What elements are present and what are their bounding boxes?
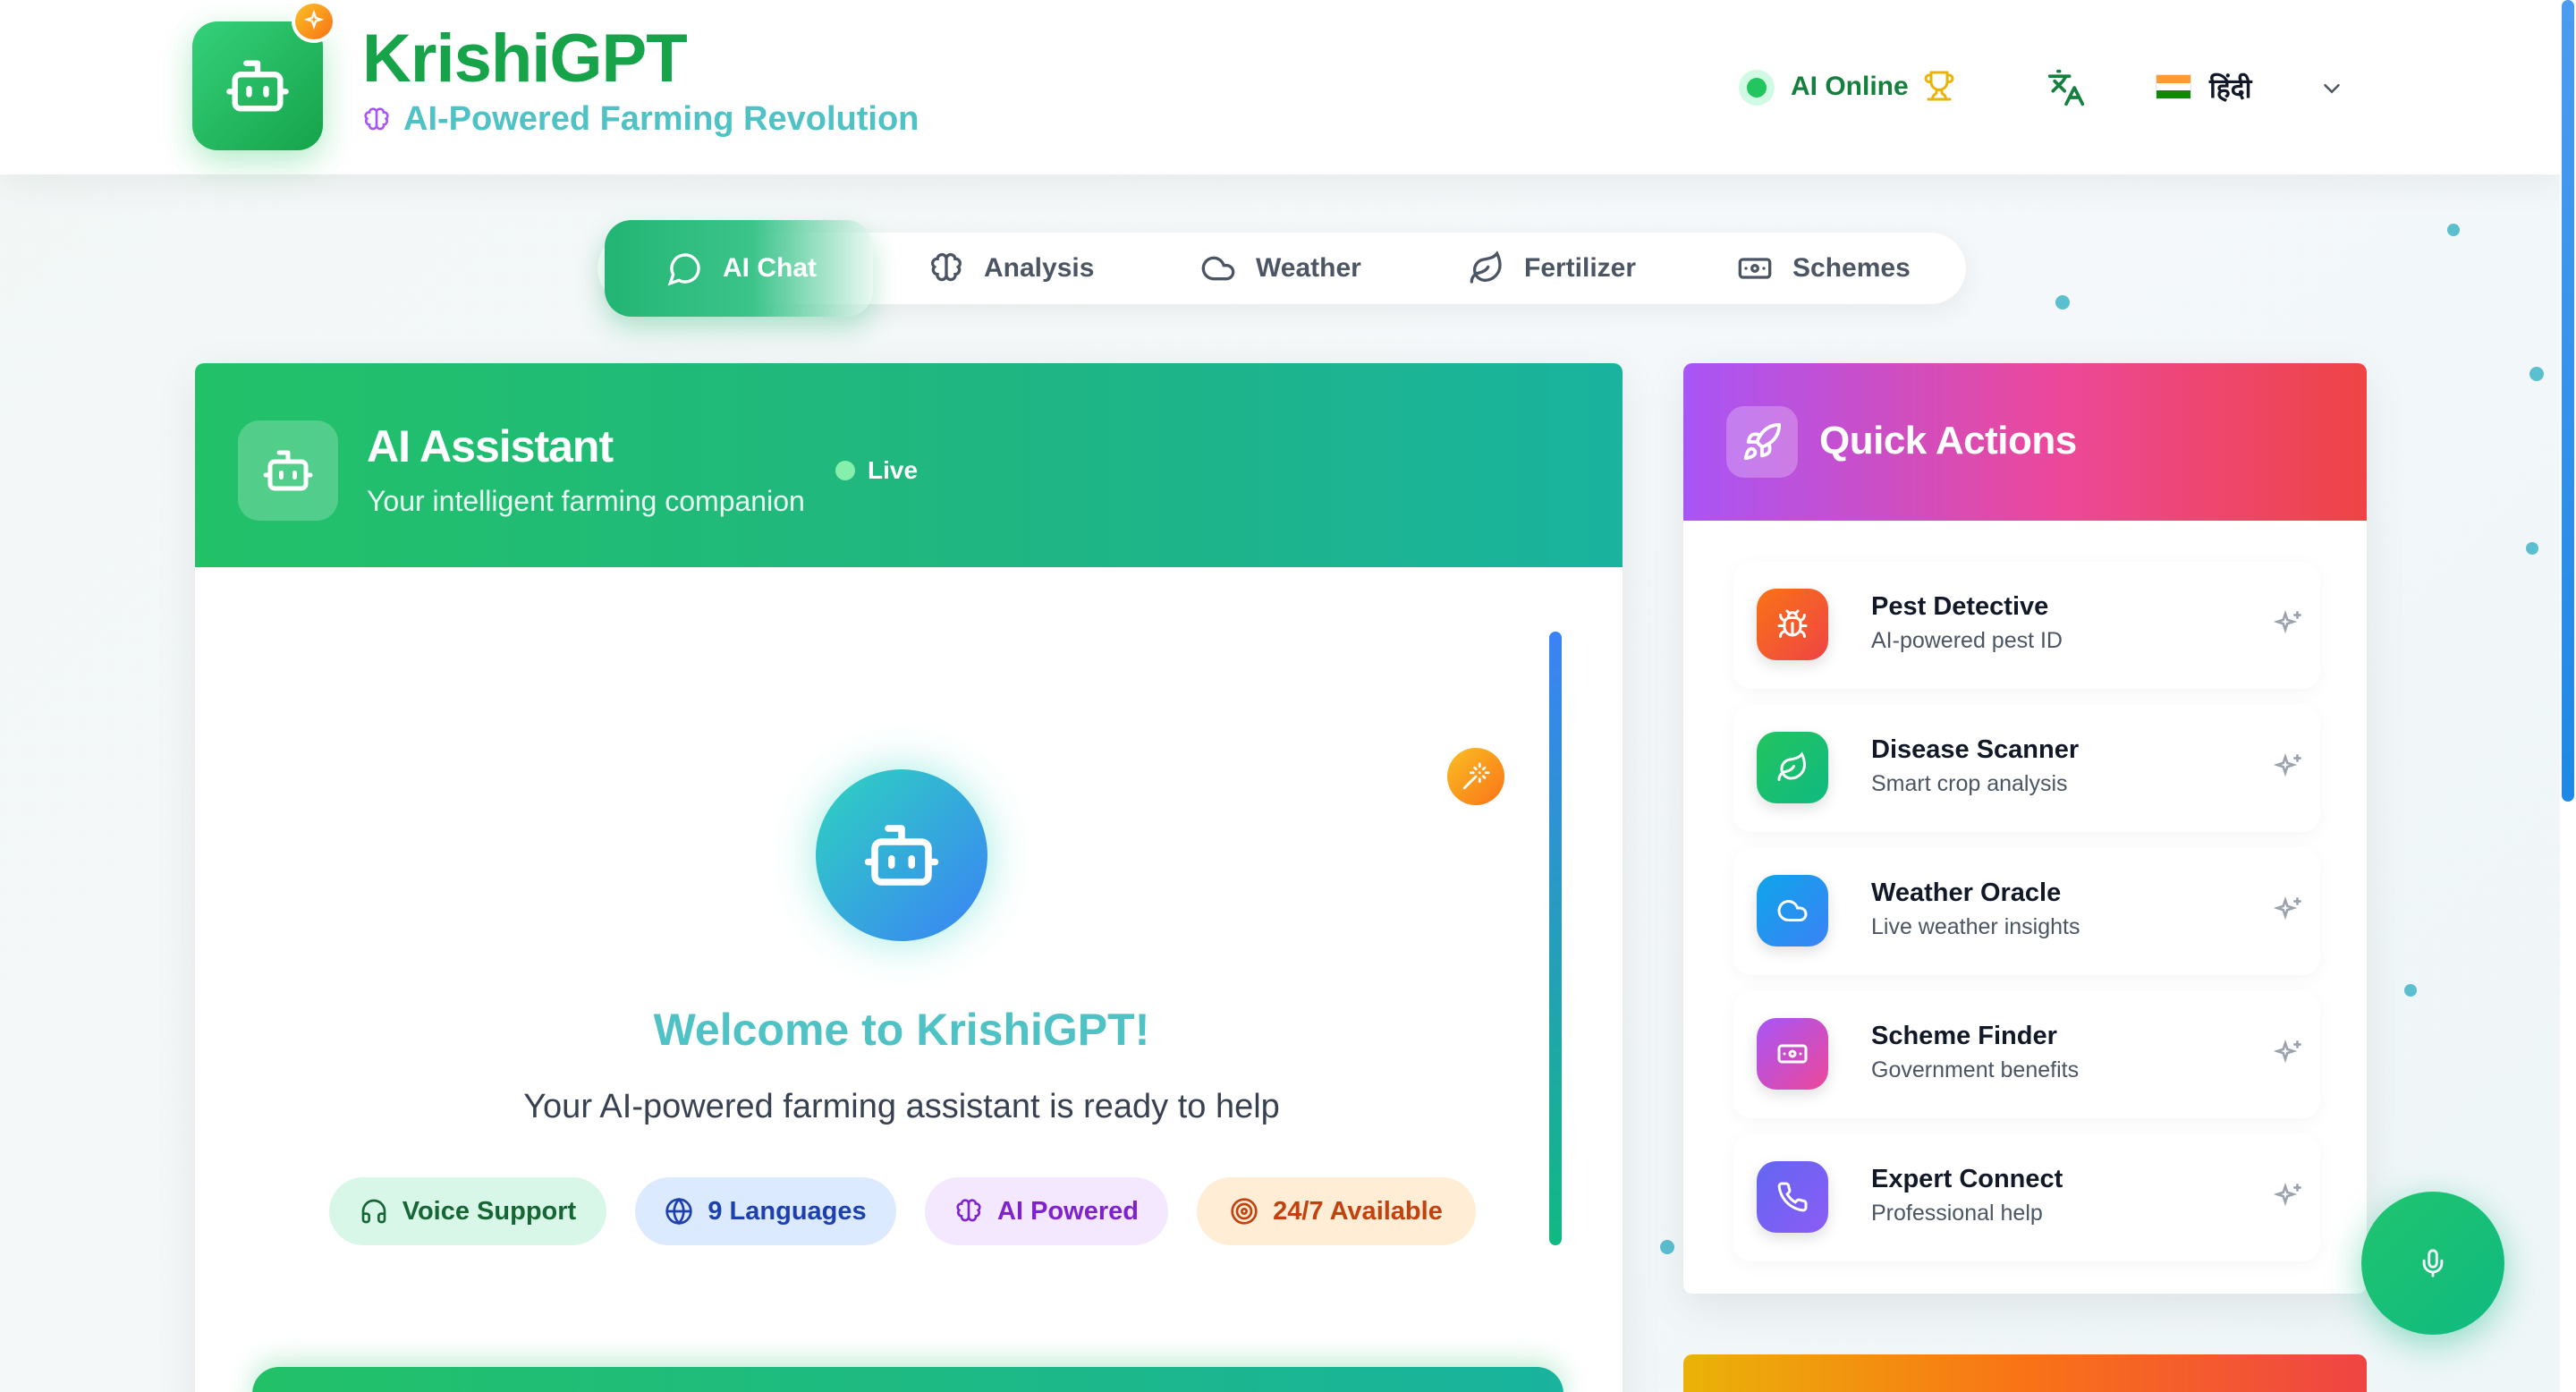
decorative-dot (2529, 367, 2544, 381)
feature-pill-ai: AI Powered (925, 1177, 1168, 1245)
chat-bubble-icon (667, 253, 700, 286)
page-scrollbar-thumb[interactable] (2562, 0, 2574, 802)
quick-action-subtitle: Smart crop analysis (1871, 771, 2068, 796)
tab-weather[interactable]: Weather (1200, 233, 1361, 304)
decorative-dot (2447, 224, 2460, 236)
phone-icon (1757, 1161, 1828, 1233)
sparkles-icon (2272, 1038, 2304, 1074)
bot-icon (238, 420, 338, 521)
live-dot (835, 461, 855, 480)
voice-mic-button[interactable] (2361, 1192, 2504, 1335)
quick-action-title: Weather Oracle (1871, 878, 2062, 907)
microphone-icon (2422, 1249, 2444, 1277)
headphones-icon (361, 1199, 386, 1224)
sparkles-badge-icon (292, 0, 336, 43)
tab-label: Weather (1256, 253, 1361, 283)
quick-action-expert-connect[interactable]: Expert Connect Professional help (1733, 1134, 2320, 1261)
live-badge: Live (835, 456, 918, 485)
brand-subtitle: AI-Powered Farming Revolution (403, 100, 919, 138)
app-header: KrishiGPT AI-Powered Farming Revolution … (0, 0, 2560, 174)
quick-action-title: Expert Connect (1871, 1165, 2063, 1193)
welcome-bot-icon (816, 769, 987, 941)
tab-analysis[interactable]: Analysis (928, 233, 1094, 304)
feature-label: 24/7 Available (1273, 1196, 1443, 1226)
magic-wand-icon (1447, 748, 1504, 805)
language-label: हिंदी (2209, 72, 2252, 105)
ai-assistant-card: AI Assistant Your intelligent farming co… (195, 363, 1623, 1392)
sparkles-icon (2272, 895, 2304, 931)
rocket-icon (1726, 406, 1798, 478)
india-flag-icon (2156, 74, 2191, 99)
quick-action-weather-oracle[interactable]: Weather Oracle Live weather insights (1733, 848, 2320, 975)
quick-action-pest-detective[interactable]: Pest Detective AI-powered pest ID (1733, 562, 2320, 689)
tab-ai-chat[interactable]: AI Chat (605, 220, 873, 317)
banknote-icon (1738, 258, 1772, 279)
brand-subtitle-row: AI-Powered Farming Revolution (362, 100, 919, 139)
quick-actions-title: Quick Actions (1819, 419, 2077, 463)
tab-label: AI Chat (723, 253, 817, 283)
page-scrollbar[interactable] (2560, 0, 2576, 1392)
brain-icon (364, 106, 389, 130)
cloud-icon (1201, 256, 1235, 281)
feature-label: 9 Languages (708, 1196, 867, 1226)
ai-assistant-title: AI Assistant (367, 421, 614, 471)
ai-assistant-header: AI Assistant Your intelligent farming co… (195, 363, 1623, 567)
leaf-icon (1470, 250, 1502, 284)
main-tabs: AI Chat Analysis Weather Fertilizer Sche… (597, 220, 1966, 317)
quick-action-subtitle: Professional help (1871, 1201, 2043, 1226)
brand-title: KrishiGPT (362, 21, 688, 97)
quick-actions-card: Quick Actions Pest Detective AI-powered … (1683, 363, 2367, 1294)
welcome-title: Welcome to KrishiGPT! (653, 1005, 1150, 1055)
feature-label: Voice Support (402, 1196, 577, 1226)
feature-pill-voice: Voice Support (329, 1177, 606, 1245)
quick-actions-header: Quick Actions (1683, 363, 2367, 521)
tab-label: Analysis (984, 253, 1095, 283)
online-status-text: AI Online (1791, 72, 1909, 101)
feature-label: AI Powered (997, 1196, 1139, 1226)
tab-fertilizer[interactable]: Fertilizer (1469, 233, 1636, 304)
quick-action-title: Pest Detective (1871, 592, 2049, 621)
chat-messages-area[interactable]: Welcome to KrishiGPT! Your AI-powered fa… (195, 567, 1623, 1392)
chat-input-bar[interactable] (252, 1367, 1563, 1392)
banknote-icon (1757, 1018, 1828, 1090)
quick-action-subtitle: Government benefits (1871, 1057, 2080, 1082)
secondary-card-header (1683, 1354, 2367, 1392)
quick-action-subtitle: AI-powered pest ID (1871, 628, 2063, 653)
globe-icon (665, 1197, 693, 1226)
decorative-dot (1660, 1240, 1674, 1254)
trophy-icon (1923, 70, 1955, 106)
online-status-indicator (1739, 70, 1775, 106)
decorative-dot (2055, 295, 2070, 310)
sparkles-icon (2272, 751, 2304, 788)
tab-label: Schemes (1792, 253, 1911, 283)
quick-action-title: Scheme Finder (1871, 1022, 2057, 1050)
decorative-dot (2526, 542, 2538, 555)
cloud-icon (1757, 875, 1828, 946)
chat-scrollbar[interactable] (1549, 632, 1562, 1245)
quick-action-subtitle: Live weather insights (1871, 914, 2080, 939)
feature-pill-languages: 9 Languages (635, 1177, 896, 1245)
brain-icon (956, 1199, 981, 1222)
target-icon (1231, 1198, 1258, 1225)
quick-action-title: Disease Scanner (1871, 735, 2080, 764)
quick-action-disease-scanner[interactable]: Disease Scanner Smart crop analysis (1733, 705, 2320, 832)
leaf-icon (1757, 732, 1828, 803)
translate-icon[interactable] (2043, 64, 2089, 111)
quick-action-scheme-finder[interactable]: Scheme Finder Government benefits (1733, 991, 2320, 1118)
decorative-dot (2404, 984, 2417, 997)
sparkles-icon (2272, 1181, 2304, 1218)
language-select[interactable]: हिंदी (2156, 63, 2251, 111)
sparkles-icon (2272, 608, 2304, 645)
chevron-down-icon[interactable] (2318, 75, 2345, 106)
brain-icon (930, 252, 962, 282)
ai-assistant-subtitle: Your intelligent farming companion (367, 485, 805, 517)
welcome-subtitle: Your AI-powered farming assistant is rea… (523, 1088, 1280, 1125)
feature-pill-availability: 24/7 Available (1197, 1177, 1476, 1245)
tab-label: Fertilizer (1524, 253, 1637, 283)
tab-schemes[interactable]: Schemes (1737, 233, 1911, 304)
live-label: Live (868, 456, 919, 484)
bug-icon (1757, 589, 1828, 660)
